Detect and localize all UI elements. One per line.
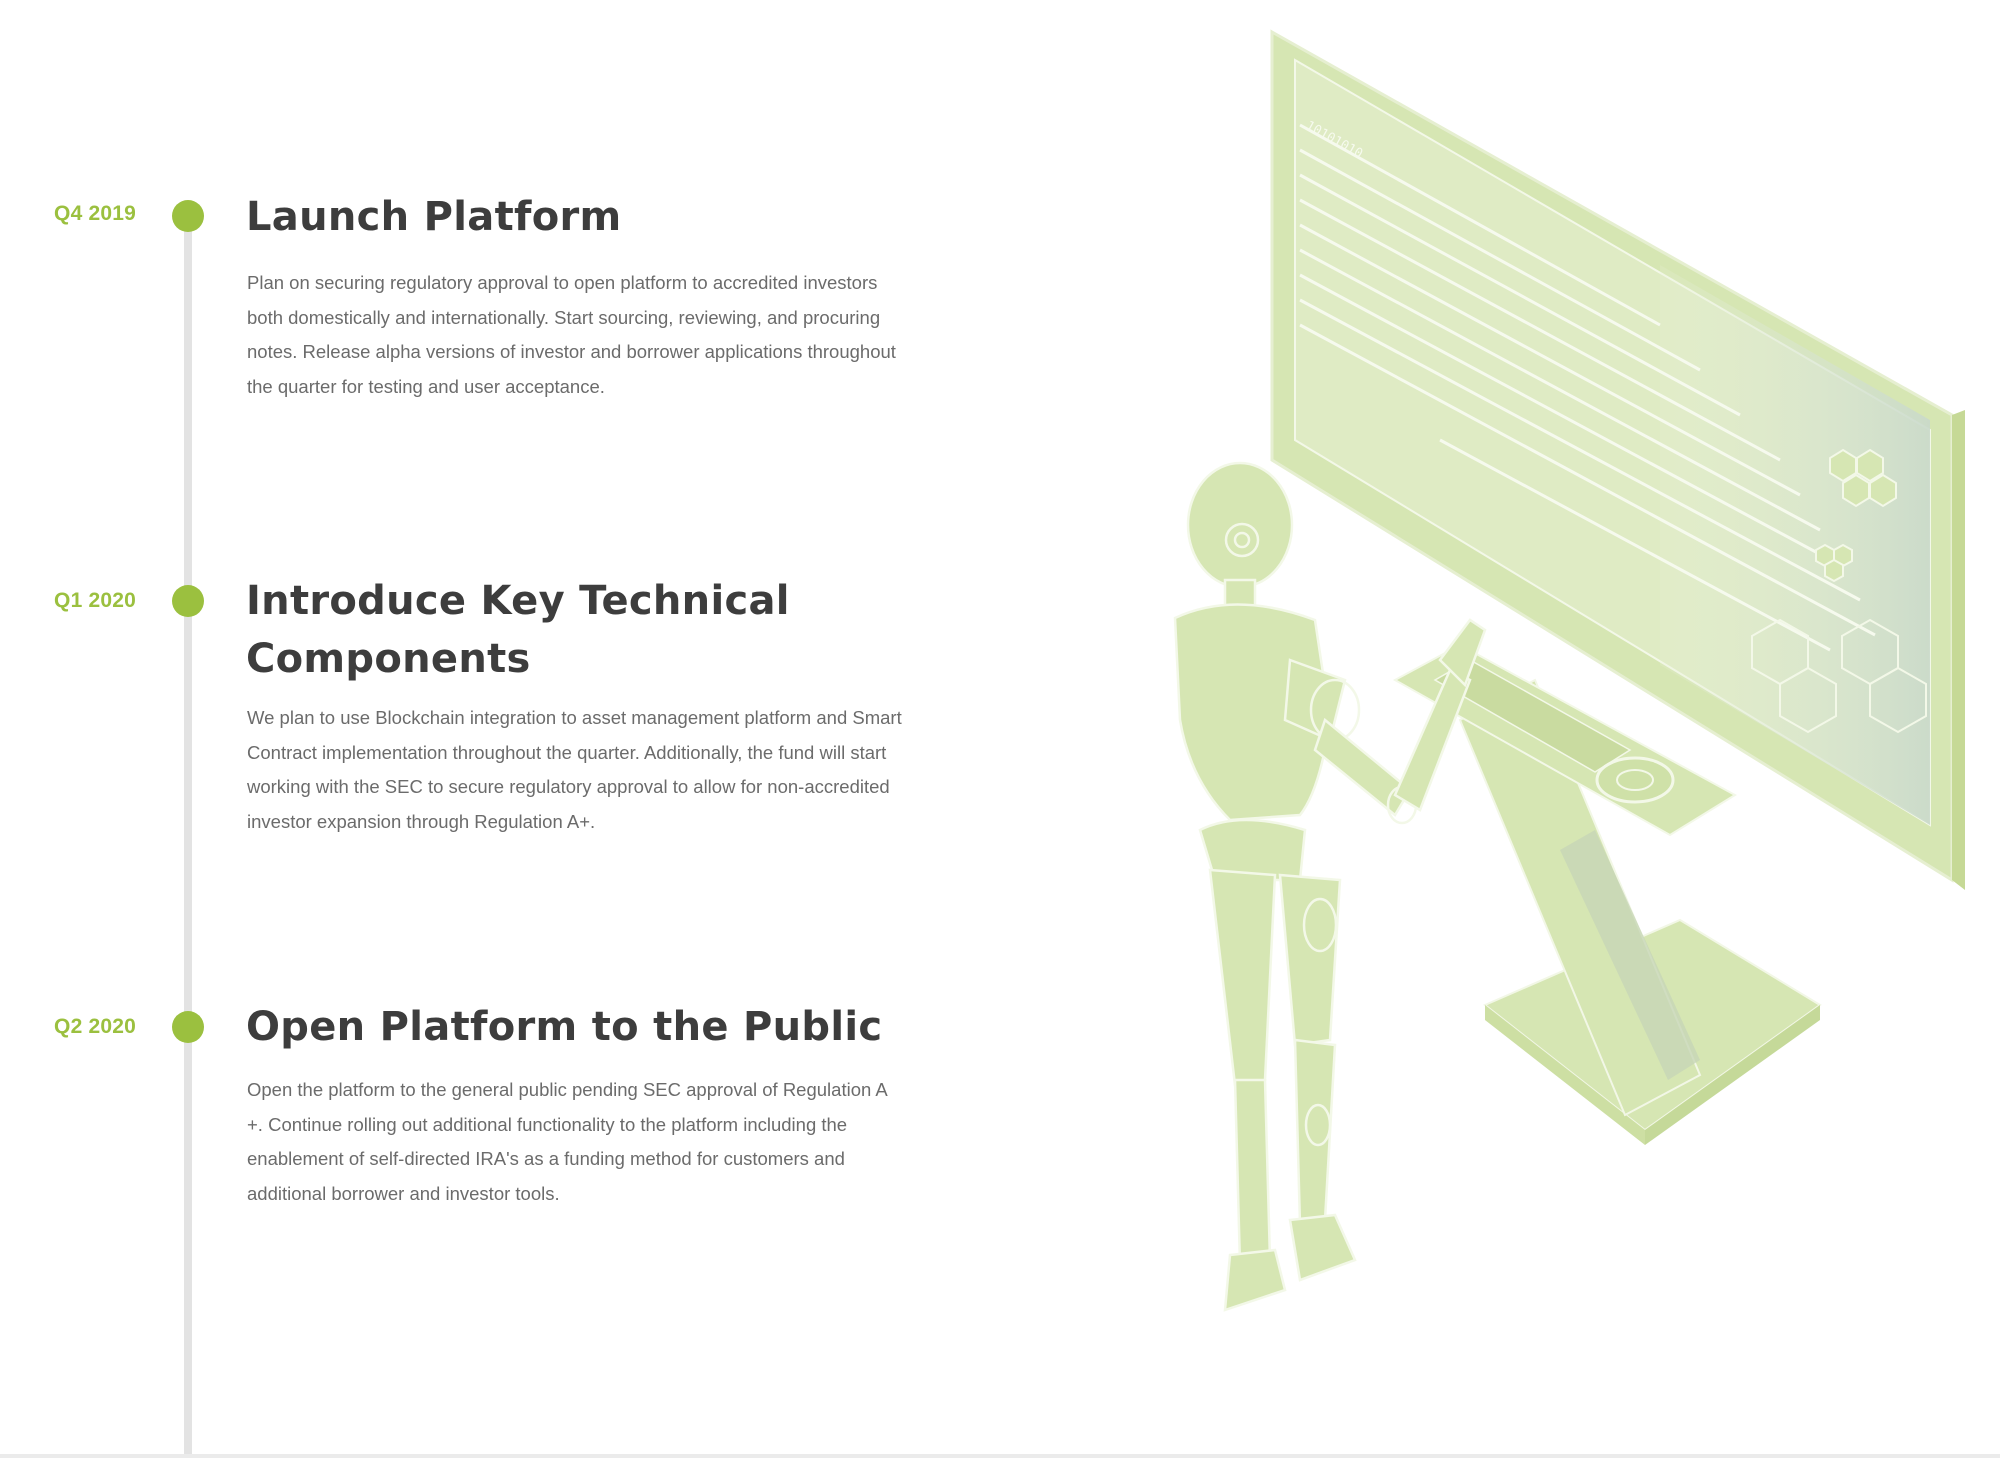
illustration-svg: 10101010 xyxy=(1173,29,1965,1312)
milestone-description: Open the platform to the general public … xyxy=(247,1079,887,1204)
timeline-dot xyxy=(172,585,204,617)
robot xyxy=(1173,461,1487,1312)
section-divider xyxy=(0,1454,2000,1458)
milestone-title: Launch Platform xyxy=(246,194,622,240)
robot-at-computer-illustration: 10101010 xyxy=(1140,20,1970,1380)
milestone-title: Open Platform to the Public xyxy=(246,1004,883,1050)
roadmap-section: Q4 2019 Launch Platform Plan on securing… xyxy=(0,0,2000,1458)
timeline-dot xyxy=(172,200,204,232)
timeline-line xyxy=(184,215,192,1458)
milestone-date: Q1 2020 xyxy=(54,589,136,612)
milestone-date: Q4 2019 xyxy=(54,202,136,225)
milestone-description: We plan to use Blockchain integration to… xyxy=(247,707,902,832)
milestone-date: Q2 2020 xyxy=(54,1015,136,1038)
milestone-description: Plan on securing regulatory approval to … xyxy=(247,272,896,397)
timeline-dot xyxy=(172,1011,204,1043)
milestone-title: Introduce Key Technical Components xyxy=(246,578,790,682)
